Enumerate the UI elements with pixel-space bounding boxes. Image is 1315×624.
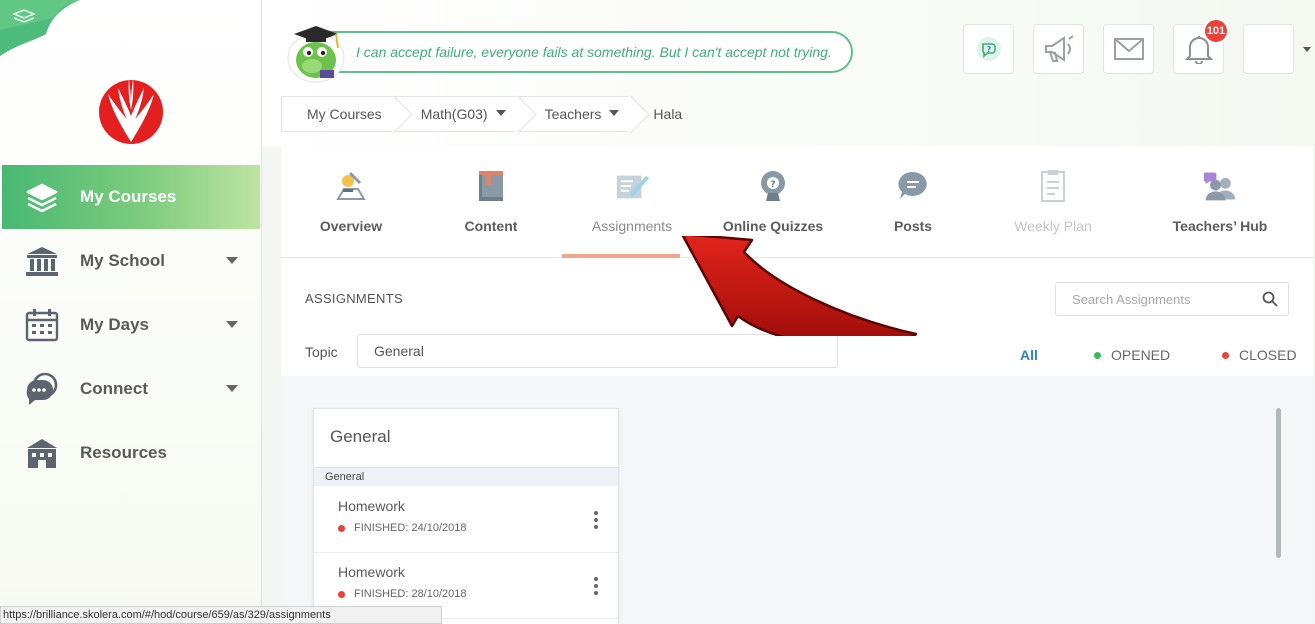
breadcrumb: My Courses Math(G03) Teachers Hala [281, 96, 682, 132]
svg-text:?: ? [770, 180, 775, 190]
tab-overview[interactable]: Overview [311, 146, 391, 258]
tab-assignments[interactable]: Assignments [581, 146, 683, 258]
messages-button[interactable] [1103, 24, 1154, 74]
school-logo [99, 78, 163, 144]
quiz-icon: ? [755, 168, 791, 204]
chevron-down-icon [495, 110, 506, 116]
browser-status-url: https://brilliance.skolera.com/#/hod/cou… [0, 606, 442, 624]
sidebar-item-label: Resources [80, 443, 167, 462]
breadcrumb-item-my-courses[interactable]: My Courses [281, 96, 396, 132]
vertical-scrollbar[interactable] [1276, 408, 1281, 558]
sidebar-item-resources[interactable]: Resources [2, 421, 260, 485]
status-dot [1094, 351, 1101, 359]
chevron-down-icon [226, 385, 238, 392]
assignments-list-area: General General Homework FINISHED: 24/10… [281, 376, 1313, 624]
chevron-down-icon [226, 321, 238, 328]
group-subheader: General [314, 467, 618, 486]
search-input[interactable]: Search Assignments [1055, 282, 1289, 316]
svg-text:?: ? [986, 45, 991, 54]
mascot-icon [287, 26, 345, 83]
notification-count-badge: 101 [1203, 18, 1229, 44]
tab-online-quizzes[interactable]: ? Online Quizzes [718, 146, 828, 258]
tab-teachers-hub[interactable]: Teachers’ Hub [1171, 146, 1269, 258]
chat-bubbles-icon [24, 371, 60, 407]
breadcrumb-item-course[interactable]: Math(G03) [395, 96, 520, 132]
book-icon [473, 168, 509, 204]
mail-icon [1113, 38, 1144, 60]
tab-posts[interactable]: Posts [883, 146, 943, 258]
sidebar-item-my-days[interactable]: My Days [2, 293, 260, 357]
course-panel: Overview Content Assignments ? Online Qu… [281, 146, 1313, 624]
sidebar-item-label: My Days [80, 315, 149, 334]
assignment-group-card: General General Homework FINISHED: 24/10… [313, 408, 619, 624]
section-title: ASSIGNMENTS [305, 291, 403, 306]
calendar-icon [24, 307, 60, 343]
sidebar-item-connect[interactable]: Connect [2, 357, 260, 421]
assignment-status: FINISHED: 24/10/2018 [338, 522, 467, 534]
more-options-icon[interactable] [594, 511, 598, 529]
tab-content[interactable]: Content [457, 146, 525, 258]
more-options-icon[interactable] [594, 577, 598, 595]
motivational-quote: I can accept failure, everyone fails at … [330, 31, 853, 73]
help-chat-icon: ? [976, 37, 1001, 61]
topic-select[interactable]: General [357, 334, 838, 368]
app-corner-icon [0, 0, 80, 56]
sidebar: My Courses My School My Days Connect Res… [0, 0, 262, 624]
search-icon [1262, 291, 1278, 307]
filter-all[interactable]: All [1020, 347, 1038, 363]
sidebar-item-label: Connect [80, 379, 148, 398]
sidebar-item-label: My School [80, 251, 166, 270]
tab-weekly-plan[interactable]: Weekly Plan [1008, 146, 1098, 258]
assignment-status: FINISHED: 28/10/2018 [338, 588, 467, 600]
user-avatar[interactable] [1243, 24, 1294, 74]
weekly-plan-icon [1035, 168, 1071, 204]
layers-icon [24, 179, 60, 215]
assignment-name: Homework [338, 498, 405, 514]
sidebar-item-label: My Courses [80, 187, 177, 206]
assignment-name: Homework [338, 564, 405, 580]
sidebar-item-my-courses[interactable]: My Courses [2, 165, 260, 229]
list-item[interactable]: Homework FINISHED: 24/10/2018 [314, 487, 618, 553]
sidebar-item-my-school[interactable]: My School [2, 229, 260, 293]
announcements-button[interactable] [1033, 24, 1084, 74]
library-icon [24, 435, 60, 471]
chevron-down-icon[interactable] [1303, 47, 1311, 52]
course-tabs: Overview Content Assignments ? Online Qu… [281, 146, 1313, 258]
assignment-icon [614, 168, 650, 204]
active-tab-indicator [562, 254, 680, 258]
filter-opened[interactable]: OPENED [1094, 347, 1170, 363]
filter-closed[interactable]: CLOSED [1222, 347, 1297, 363]
megaphone-icon [1044, 35, 1074, 62]
group-title: General [330, 427, 391, 446]
help-chat-button[interactable]: ? [963, 24, 1014, 74]
school-building-icon [24, 243, 60, 279]
chevron-down-icon [609, 110, 620, 116]
status-dot [1222, 351, 1229, 359]
teachers-hub-icon [1202, 168, 1238, 204]
status-dot [338, 590, 345, 598]
status-dot [338, 524, 345, 532]
chevron-down-icon [226, 257, 238, 264]
posts-icon [895, 168, 931, 204]
overview-icon [333, 168, 369, 204]
topic-label: Topic [305, 344, 338, 360]
